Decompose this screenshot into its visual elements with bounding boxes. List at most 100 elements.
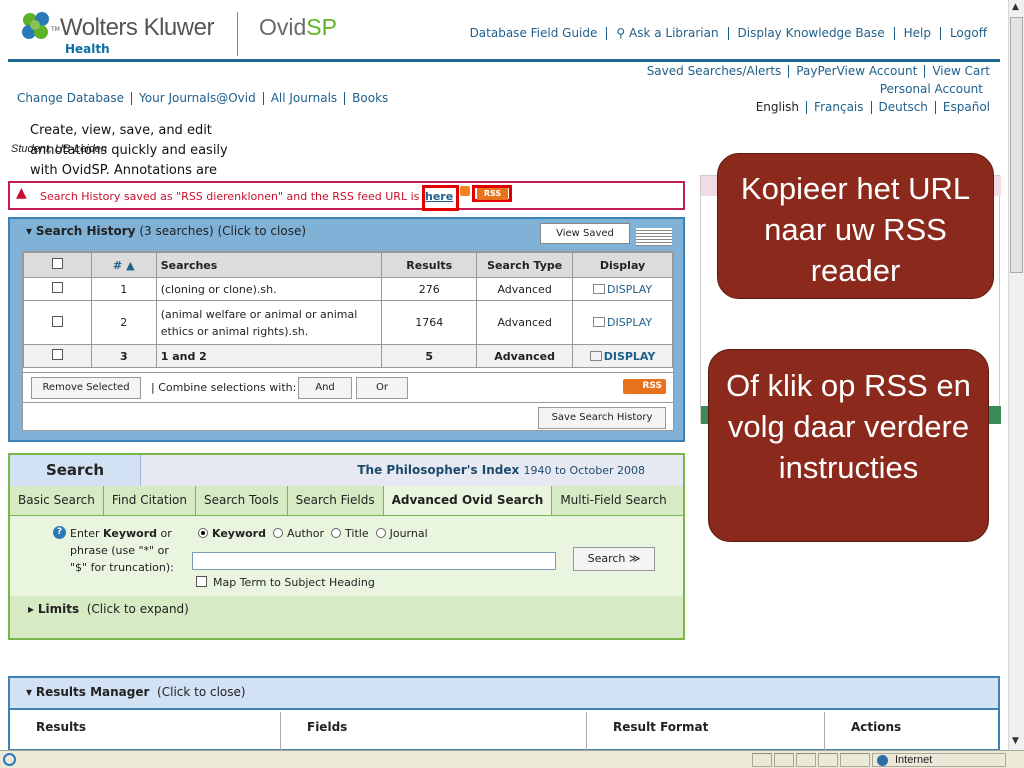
books-link[interactable]: Books <box>344 92 395 105</box>
help-link[interactable]: Help <box>893 27 940 40</box>
view-saved-button[interactable]: View Saved <box>540 223 630 244</box>
map-term-label: Map Term to Subject Heading <box>213 576 375 589</box>
scrollbar-thumb[interactable] <box>1010 17 1023 273</box>
tab-search-fields[interactable]: Search Fields <box>288 486 384 515</box>
vertical-scrollbar[interactable]: ▲ ▼ <box>1008 0 1024 750</box>
header-divider <box>237 12 238 56</box>
status-segment <box>752 753 772 767</box>
rss-url-here-link[interactable]: here <box>425 190 453 203</box>
display-link[interactable]: DISPLAY <box>592 283 652 296</box>
search-input[interactable] <box>192 552 556 570</box>
limits-toggle[interactable]: ▸ Limits (Click to expand) <box>28 602 189 616</box>
trademark: TM <box>51 26 60 33</box>
help-icon[interactable]: ? <box>53 526 66 539</box>
brand-name: Wolters Kluwer <box>60 14 214 41</box>
globe-icon <box>877 755 888 766</box>
expand-triangle-icon: ▸ <box>28 602 38 616</box>
row-results: 5 <box>381 344 478 368</box>
display-link[interactable]: DISPLAY <box>589 349 656 363</box>
brand-subtitle: Health <box>65 42 110 56</box>
tab-basic-search[interactable]: Basic Search <box>10 486 104 515</box>
option-title[interactable]: Title <box>331 527 369 540</box>
language-francais[interactable]: Français <box>806 101 870 114</box>
results-manager-header[interactable]: ▾ Results Manager (Click to close) <box>10 678 998 710</box>
display-label: DISPLAY <box>603 349 656 363</box>
row-checkbox[interactable] <box>51 349 63 360</box>
option-title-label: Title <box>345 527 369 540</box>
rss-feed-button[interactable]: RSS <box>623 379 666 394</box>
security-zone[interactable]: Internet <box>872 753 1006 767</box>
radio-author[interactable] <box>272 528 283 538</box>
row-select-cell <box>23 277 92 301</box>
all-journals-link[interactable]: All Journals <box>262 92 344 105</box>
option-keyword[interactable]: Keyword <box>198 527 266 540</box>
warning-icon: ▲ <box>16 185 27 201</box>
language-espanol[interactable]: Español <box>934 101 997 114</box>
map-term-checkbox[interactable] <box>196 576 207 587</box>
option-journal[interactable]: Journal <box>375 527 428 540</box>
scroll-down-icon[interactable]: ▼ <box>1012 736 1019 746</box>
map-term-option[interactable]: Map Term to Subject Heading <box>196 576 375 589</box>
remove-selected-button[interactable]: Remove Selected <box>31 377 141 399</box>
row-query: (animal welfare or animal or animal ethi… <box>155 300 383 345</box>
limits-label: Limits <box>37 602 80 616</box>
browser-status-bar: Internet <box>0 750 1024 768</box>
search-button[interactable]: Search ≫ <box>573 547 655 571</box>
radio-title[interactable] <box>331 528 342 538</box>
display-knowledge-base-link[interactable]: Display Knowledge Base <box>727 27 894 40</box>
radio-journal[interactable] <box>375 528 386 538</box>
column-header-search-type: Search Type <box>476 252 574 278</box>
logoff-link[interactable]: Logoff <box>939 27 996 40</box>
rss-feed-icon <box>460 186 470 196</box>
row-display-cell: DISPLAY <box>572 277 673 301</box>
callout-copy-url: Kopieer het URL naar uw RSS reader <box>717 153 994 299</box>
search-history-table-area: # ▲ Searches Results Search Type Display… <box>22 251 674 431</box>
search-history-panel: ▾ Search History (3 searches) (Click to … <box>8 217 685 442</box>
display-link[interactable]: DISPLAY <box>592 316 652 329</box>
ask-librarian-link[interactable]: ⚲ Ask a Librarian <box>606 27 727 40</box>
tab-advanced-ovid-search[interactable]: Advanced Ovid Search <box>383 486 553 515</box>
payperview-account-link[interactable]: PayPerView Account <box>788 65 924 78</box>
language-english[interactable]: English <box>749 101 806 114</box>
row-select-cell <box>23 300 92 345</box>
radio-keyword[interactable] <box>198 528 208 538</box>
your-journals-link[interactable]: Your Journals@Ovid <box>131 92 263 105</box>
view-cart-link[interactable]: View Cart <box>924 65 997 78</box>
table-row: 1 (cloning or clone).sh. 276 Advanced DI… <box>23 277 673 301</box>
row-search-type: Advanced <box>476 300 574 345</box>
tab-search-tools[interactable]: Search Tools <box>196 486 288 515</box>
display-icon <box>592 317 605 327</box>
row-number: 2 <box>90 300 157 345</box>
rss-button[interactable]: RSS <box>477 188 508 200</box>
table-row: 2 (animal welfare or animal or animal et… <box>23 300 673 345</box>
search-history-header[interactable]: ▾ Search History (3 searches) (Click to … <box>26 224 306 238</box>
results-manager-panel: ▾ Results Manager (Click to close) Resul… <box>8 676 1000 752</box>
resize-grip-icon[interactable] <box>636 228 672 246</box>
scroll-up-icon[interactable]: ▲ <box>1012 2 1019 12</box>
combine-and-button[interactable]: And <box>298 377 352 399</box>
change-database-link[interactable]: Change Database <box>10 92 131 105</box>
option-author-label: Author <box>286 527 325 540</box>
display-icon <box>589 350 602 361</box>
row-number: 1 <box>90 277 157 301</box>
product-suffix: SP <box>306 14 337 40</box>
row-checkbox[interactable] <box>51 282 63 293</box>
tab-find-citation[interactable]: Find Citation <box>104 486 196 515</box>
language-deutsch[interactable]: Deutsch <box>870 101 935 114</box>
database-field-guide-link[interactable]: Database Field Guide <box>461 27 607 40</box>
tab-multi-field-search[interactable]: Multi-Field Search <box>552 486 674 515</box>
personal-account-link[interactable]: Personal Account <box>873 83 990 96</box>
search-tab[interactable]: Search <box>10 455 141 486</box>
row-checkbox[interactable] <box>51 315 63 327</box>
column-header-number[interactable]: # ▲ <box>90 252 157 278</box>
option-author[interactable]: Author <box>272 527 325 540</box>
wolters-kluwer-logo[interactable]: TM Wolters Kluwer Health <box>20 8 220 60</box>
select-all-checkbox[interactable] <box>51 258 63 269</box>
language-links: English Français Deutsch Español <box>749 100 997 114</box>
rss-saved-alert: ▲ Search History saved as "RSS dierenklo… <box>8 181 685 211</box>
combine-or-button[interactable]: Or <box>356 377 408 399</box>
ovidsp-logo: OvidSP <box>259 14 337 41</box>
saved-searches-link[interactable]: Saved Searches/Alerts <box>640 65 789 78</box>
search-count: (3 searches) <box>139 224 214 238</box>
save-search-history-button[interactable]: Save Search History <box>538 407 666 429</box>
